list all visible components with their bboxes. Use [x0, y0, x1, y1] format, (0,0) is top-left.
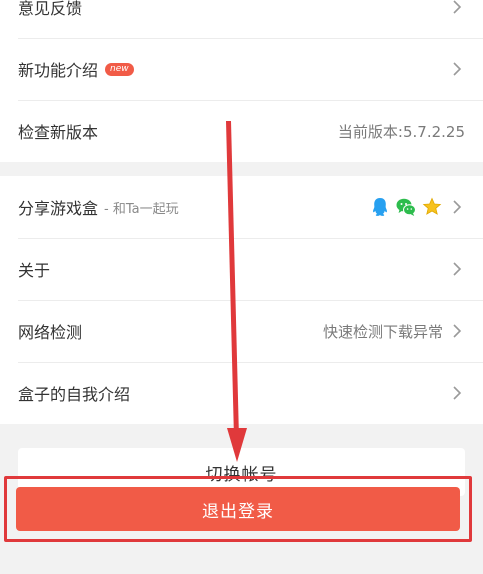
- settings-item-check-update[interactable]: 检查新版本 当前版本:5.7.2.25: [0, 100, 483, 162]
- logout-highlight-box: 退出登录: [4, 476, 472, 542]
- settings-item-about[interactable]: 关于: [0, 238, 483, 300]
- share-icons: [369, 196, 443, 218]
- settings-group-1: 意见反馈 新功能介绍 new 检查新版本 当前版本:5.7.2.25: [0, 0, 483, 162]
- settings-item-network[interactable]: 网络检测 快速检测下载异常: [0, 300, 483, 362]
- settings-item-feedback[interactable]: 意见反馈: [0, 0, 483, 38]
- settings-item-label: 分享游戏盒: [18, 199, 99, 218]
- current-version-text: 当前版本:5.7.2.25: [337, 122, 465, 141]
- chevron-right-icon: [453, 386, 462, 400]
- settings-item-label: 网络检测: [18, 323, 83, 342]
- network-check-text: 快速检测下载异常: [322, 322, 443, 341]
- settings-item-label: 关于: [18, 261, 51, 280]
- wechat-icon[interactable]: [395, 196, 417, 218]
- share-subtitle: - 和Ta一起玩: [104, 201, 179, 217]
- qq-icon[interactable]: [369, 196, 391, 218]
- new-badge: new: [105, 62, 134, 76]
- settings-item-intro[interactable]: 盒子的自我介绍: [0, 362, 483, 424]
- settings-group-2: 分享游戏盒 - 和Ta一起玩 关于 网络检测 快速检测下载异常 盒子的自我介绍: [0, 176, 483, 424]
- logout-button[interactable]: 退出登录: [16, 487, 460, 531]
- settings-item-label: 意见反馈: [18, 0, 83, 18]
- chevron-right-icon: [453, 262, 462, 276]
- chevron-right-icon: [453, 324, 462, 338]
- chevron-right-icon: [453, 0, 462, 14]
- chevron-right-icon: [453, 62, 462, 76]
- settings-item-label: 新功能介绍: [18, 61, 99, 80]
- star-icon[interactable]: [421, 196, 443, 218]
- settings-item-label: 盒子的自我介绍: [18, 385, 131, 404]
- settings-item-new-features[interactable]: 新功能介绍 new: [0, 38, 483, 100]
- settings-item-share[interactable]: 分享游戏盒 - 和Ta一起玩: [0, 176, 483, 238]
- chevron-right-icon: [453, 200, 462, 214]
- settings-item-label: 检查新版本: [18, 123, 99, 142]
